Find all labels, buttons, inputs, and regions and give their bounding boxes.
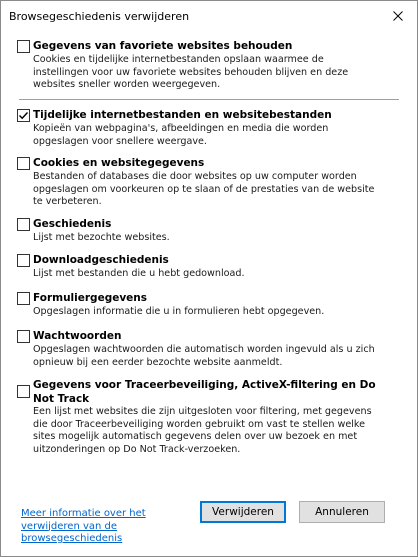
option-temp-files: Tijdelijke internetbestanden en websiteb… xyxy=(17,108,401,148)
option-head: Wachtwoorden xyxy=(17,329,401,344)
checkbox-download-history[interactable] xyxy=(17,254,30,267)
checkbox-form-data[interactable] xyxy=(17,292,30,305)
option-passwords: Wachtwoorden Opgeslagen wachtwoorden die… xyxy=(17,329,401,369)
option-description: Kopieën van webpagina's, afbeeldingen en… xyxy=(33,123,329,147)
window-title: Browsegeschiedenis verwijderen xyxy=(9,10,190,23)
option-head: Formuliergegevens xyxy=(17,291,401,306)
title-bar: Browsegeschiedenis verwijderen xyxy=(1,1,417,31)
option-head: Geschiedenis xyxy=(17,217,401,232)
delete-browsing-history-dialog: Browsegeschiedenis verwijderen Gegevens … xyxy=(0,0,418,557)
close-icon xyxy=(393,11,403,21)
checkbox-passwords[interactable] xyxy=(17,330,30,343)
option-description: Opgeslagen informatie die u in formulier… xyxy=(33,306,325,317)
option-description: Lijst met bezochte websites. xyxy=(33,232,170,243)
delete-button[interactable]: Verwijderen xyxy=(200,501,286,523)
option-label[interactable]: Cookies en websitegegevens xyxy=(33,156,204,170)
option-label[interactable]: Formuliergegevens xyxy=(33,291,147,305)
separator xyxy=(19,99,399,100)
close-button[interactable] xyxy=(379,1,417,31)
option-head: Gegevens voor Traceerbeveiliging, Active… xyxy=(17,378,401,406)
option-label[interactable]: Downloadgeschiedenis xyxy=(33,253,169,267)
cancel-button[interactable]: Annuleren xyxy=(299,501,385,523)
option-description: Lijst met bestanden die u hebt gedownloa… xyxy=(33,268,245,279)
option-head: Gegevens van favoriete websites behouden xyxy=(17,39,401,54)
option-head: Tijdelijke internetbestanden en websiteb… xyxy=(17,108,401,123)
option-form-data: Formuliergegevens Opgeslagen informatie … xyxy=(17,291,401,319)
checkbox-cookies[interactable] xyxy=(17,157,30,170)
option-description: Bestanden of databases die door websites… xyxy=(33,171,375,207)
option-description: Een lijst met websites die zijn uitgeslo… xyxy=(33,406,372,455)
checkbox-temp-files[interactable] xyxy=(17,109,30,122)
option-label[interactable]: Geschiedenis xyxy=(33,217,111,231)
option-label[interactable]: Gegevens van favoriete websites behouden xyxy=(33,39,292,53)
checkbox-history[interactable] xyxy=(17,218,30,231)
option-label[interactable]: Wachtwoorden xyxy=(33,329,121,343)
checkmark-icon xyxy=(19,112,29,120)
option-preserve-favorites: Gegevens van favoriete websites behouden… xyxy=(17,39,401,92)
option-tracking-protection: Gegevens voor Traceerbeveiliging, Active… xyxy=(17,378,401,456)
option-head: Downloadgeschiedenis xyxy=(17,253,401,268)
option-description: Opgeslagen wachtwoorden die automatisch … xyxy=(33,344,375,368)
option-description: Cookies en tijdelijke internetbestanden … xyxy=(33,54,349,90)
checkbox-tracking-protection[interactable] xyxy=(17,385,30,398)
option-label[interactable]: Tijdelijke internetbestanden en websiteb… xyxy=(33,108,332,122)
option-head: Cookies en websitegegevens xyxy=(17,156,401,171)
checkbox-preserve-favorites[interactable] xyxy=(17,40,30,53)
more-info-link[interactable]: Meer informatie over het verwijderen van… xyxy=(21,508,161,546)
option-history: Geschiedenis Lijst met bezochte websites… xyxy=(17,217,401,245)
option-label[interactable]: Gegevens voor Traceerbeveiliging, Active… xyxy=(33,378,383,406)
option-download-history: Downloadgeschiedenis Lijst met bestanden… xyxy=(17,253,401,281)
option-cookies: Cookies en websitegegevens Bestanden of … xyxy=(17,156,401,209)
